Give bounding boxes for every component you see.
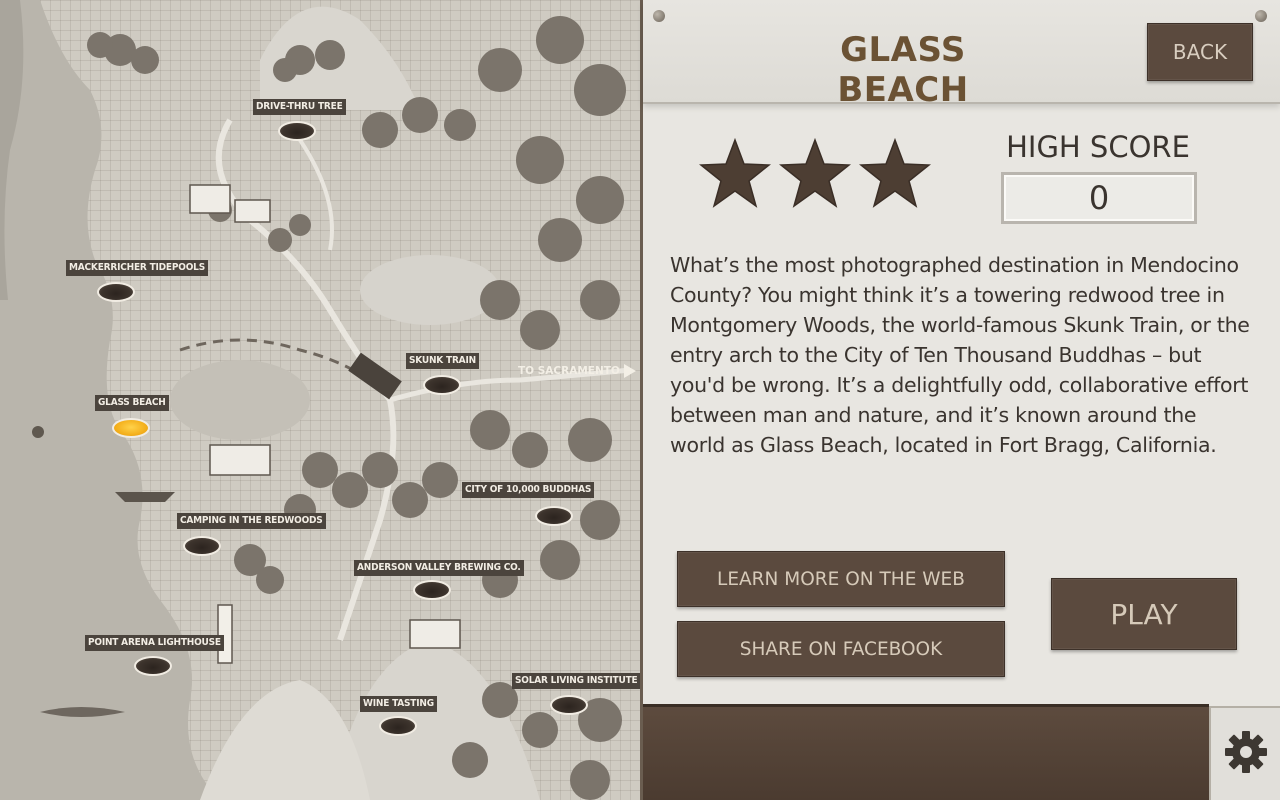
- location-label-wine-tasting: WINE TASTING: [360, 696, 437, 712]
- location-label-skunk-train: SKUNK TRAIN: [406, 353, 479, 369]
- location-label-mackerricher-tidepools: MACKERRICHER TIDEPOOLS: [66, 260, 208, 276]
- star-rating: [699, 138, 931, 208]
- star-icon: [859, 138, 931, 208]
- panel-header: GLASS BEACH BACK: [643, 0, 1280, 110]
- learn-more-button[interactable]: LEARN MORE ON THE WEB: [677, 551, 1005, 607]
- location-marker-wine-tasting[interactable]: [379, 716, 417, 736]
- location-marker-point-arena-lighthouse[interactable]: [134, 656, 172, 676]
- settings-button[interactable]: [1209, 706, 1280, 800]
- destination-title: GLASS BEACH: [837, 30, 969, 110]
- location-label-glass-beach: GLASS BEACH: [95, 395, 169, 411]
- location-label-solar-living-institute: SOLAR LIVING INSTITUTE: [512, 673, 640, 689]
- location-marker-glass-beach[interactable]: [112, 418, 150, 438]
- location-label-anderson-valley-brewing: ANDERSON VALLEY BREWING CO.: [354, 560, 524, 576]
- destination-description: What’s the most photographed destination…: [670, 253, 1250, 457]
- high-score-label: HIGH SCORE: [1006, 130, 1190, 164]
- location-marker-camping-in-the-redwoods[interactable]: [183, 536, 221, 556]
- location-marker-drive-thru-tree[interactable]: [278, 121, 316, 141]
- destination-panel: GLASS BEACH BACK HIGH SCORE 0 What’s the…: [640, 0, 1280, 800]
- pin-icon: [653, 10, 665, 22]
- location-label-point-arena-lighthouse: POINT ARENA LIGHTHOUSE: [85, 635, 224, 651]
- to-sacramento-sign: TO SACRAMENTO: [518, 364, 636, 378]
- back-button[interactable]: BACK: [1147, 23, 1253, 81]
- destination-map[interactable]: DRIVE-THRU TREE MACKERRICHER TIDEPOOLS S…: [0, 0, 640, 800]
- location-label-drive-thru-tree: DRIVE-THRU TREE: [253, 99, 346, 115]
- location-label-camping-in-the-redwoods: CAMPING IN THE REDWOODS: [177, 513, 326, 529]
- location-marker-solar-living-institute[interactable]: [550, 695, 588, 715]
- pin-icon: [1255, 10, 1267, 22]
- arrow-right-icon: [623, 364, 636, 378]
- star-icon: [779, 138, 851, 208]
- to-sacramento-label: TO SACRAMENTO: [518, 365, 620, 377]
- location-marker-mackerricher-tidepools[interactable]: [97, 282, 135, 302]
- share-facebook-button[interactable]: SHARE ON FACEBOOK: [677, 621, 1005, 677]
- high-score-value: 0: [1001, 172, 1197, 224]
- location-marker-city-of-10000-buddhas[interactable]: [535, 506, 573, 526]
- play-button[interactable]: PLAY: [1051, 578, 1237, 650]
- location-label-city-of-10000-buddhas: CITY OF 10,000 BUDDHAS: [462, 482, 595, 498]
- panel-footer: [643, 704, 1209, 800]
- star-icon: [699, 138, 771, 208]
- gear-icon: [1222, 728, 1270, 780]
- location-marker-anderson-valley-brewing[interactable]: [413, 580, 451, 600]
- location-marker-skunk-train[interactable]: [423, 375, 461, 395]
